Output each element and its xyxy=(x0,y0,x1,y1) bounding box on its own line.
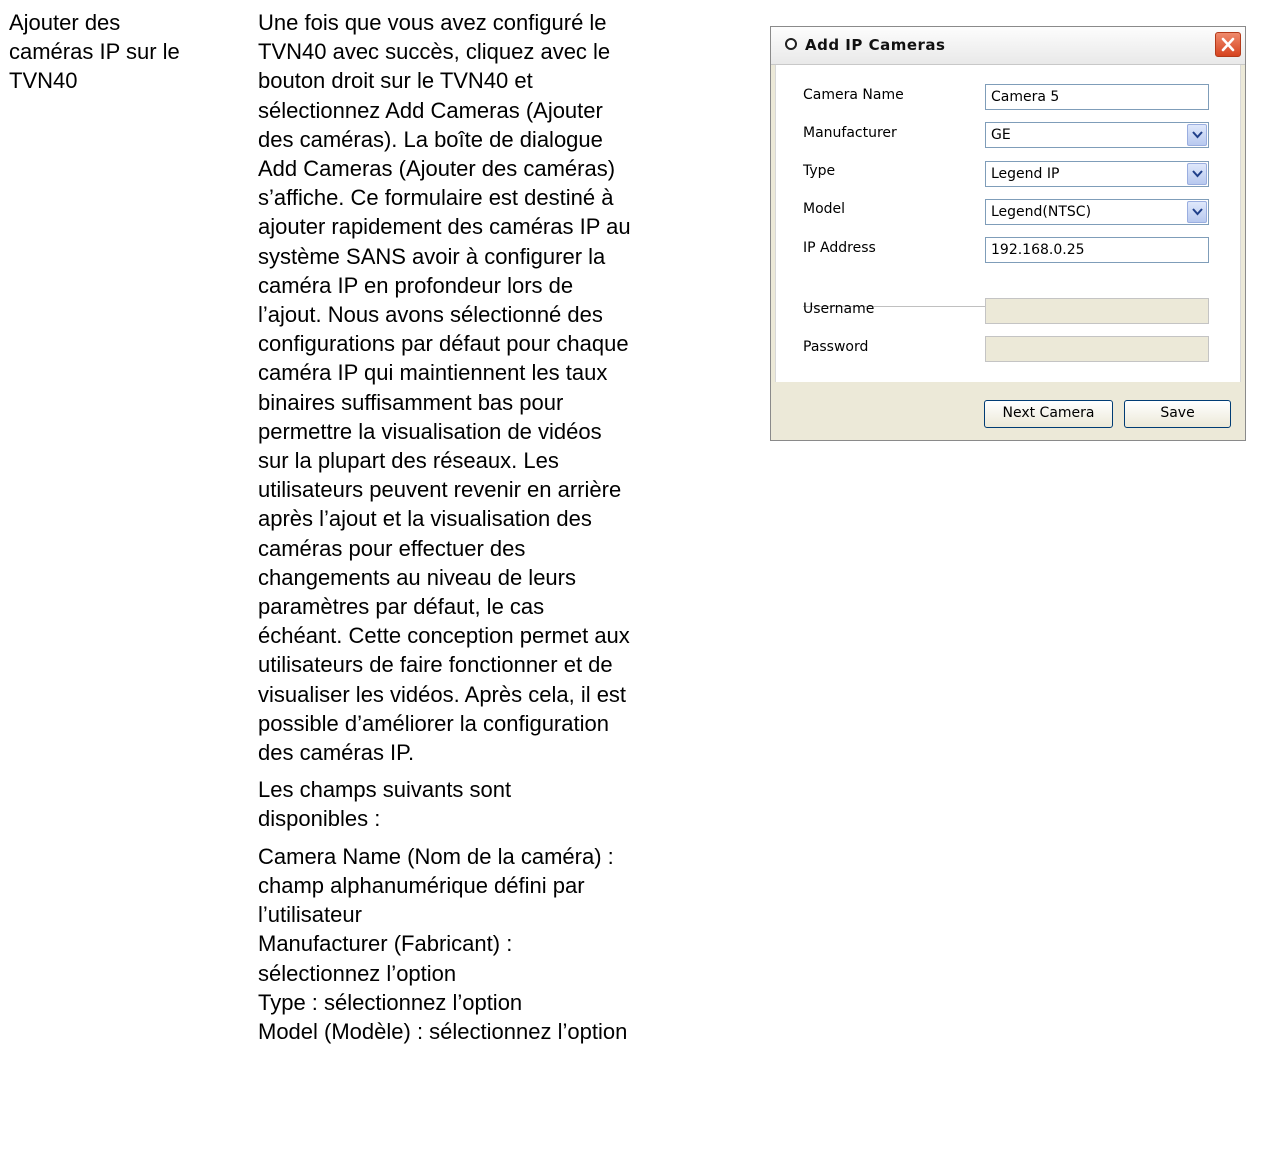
ip-address-value: 192.168.0.25 xyxy=(991,242,1085,258)
text-line: sélectionnez Add Cameras (Ajouter xyxy=(258,97,603,123)
chevron-down-icon xyxy=(1192,131,1203,139)
text-line: binaires suffisamment bas pour xyxy=(258,389,564,415)
add-ip-cameras-dialog: Add IP Cameras Camera Name Camera 5 Manu… xyxy=(770,26,1246,441)
type-select[interactable]: Legend IP xyxy=(985,161,1209,187)
type-label: Type xyxy=(803,163,836,179)
save-button[interactable]: Save xyxy=(1124,400,1231,428)
password-label: Password xyxy=(803,339,869,355)
text-line: caméras pour effectuer des xyxy=(258,535,526,561)
text-line: possible d’améliorer la configuration xyxy=(258,710,609,736)
section-heading-line: caméras IP sur le xyxy=(9,39,180,65)
username-label: Username xyxy=(803,301,875,317)
section-heading: Ajouter des caméras IP sur le TVN40 xyxy=(9,8,239,96)
text-line: permettre la visualisation de vidéos xyxy=(258,418,602,444)
section-heading-line: TVN40 xyxy=(9,68,78,94)
fields-list-paragraph: Camera Name (Nom de la caméra) : champ al… xyxy=(258,842,728,1046)
text-line: s’affiche. Ce formulaire est destiné à xyxy=(258,185,614,211)
fields-intro-paragraph: Les champs suivants sont disponibles : xyxy=(258,775,728,833)
model-dropdown-button[interactable] xyxy=(1187,201,1207,223)
text-line: changements au niveau de leurs xyxy=(258,564,576,590)
manufacturer-value: GE xyxy=(991,127,1011,143)
username-field[interactable] xyxy=(985,298,1209,324)
text-line: bouton droit sur le TVN40 et xyxy=(258,68,533,94)
text-line: configurations par défaut pour chaque xyxy=(258,331,629,357)
manufacturer-label: Manufacturer xyxy=(803,125,897,141)
chevron-down-icon xyxy=(1192,170,1203,178)
dialog-form: Camera Name Camera 5 Manufacturer GE Typ… xyxy=(775,65,1241,382)
password-field[interactable] xyxy=(985,336,1209,362)
section-heading-line: Ajouter des xyxy=(9,10,121,35)
text-line: utilisateurs de faire fonctionner et de xyxy=(258,652,613,678)
text-line: l’ajout. Nous avons sélectionné des xyxy=(258,302,603,328)
dialog-title: Add IP Cameras xyxy=(805,36,946,54)
text-line: champ alphanumérique défini par xyxy=(258,872,585,898)
text-line: Manufacturer (Fabricant) : xyxy=(258,931,513,957)
text-line: Les champs suivants sont xyxy=(258,777,512,803)
model-value: Legend(NTSC) xyxy=(991,204,1092,220)
text-line: des caméras IP. xyxy=(258,740,415,766)
close-button[interactable] xyxy=(1215,32,1241,57)
intro-paragraph: Une fois que vous avez configuré le TVN40… xyxy=(258,8,728,767)
text-line: paramètres par défaut, le cas xyxy=(258,594,545,620)
text-line: sur la plupart des réseaux. Les xyxy=(258,448,559,474)
manufacturer-select[interactable]: GE xyxy=(985,122,1209,148)
text-line: Model (Modèle) : sélectionnez l’option xyxy=(258,1018,628,1044)
type-value: Legend IP xyxy=(991,166,1060,182)
text-line: disponibles : xyxy=(258,806,381,832)
ip-address-label: IP Address xyxy=(803,240,876,256)
camera-name-label: Camera Name xyxy=(803,87,904,103)
text-line: des caméras). La boîte de dialogue xyxy=(258,126,603,152)
text-line: Add Cameras (Ajouter des caméras) xyxy=(258,156,616,182)
manufacturer-dropdown-button[interactable] xyxy=(1187,124,1207,146)
model-label: Model xyxy=(803,201,846,217)
camera-name-field[interactable]: Camera 5 xyxy=(985,84,1209,110)
camera-name-value: Camera 5 xyxy=(991,89,1060,105)
text-line: TVN40 avec succès, cliquez avec le xyxy=(258,39,611,65)
close-icon xyxy=(1221,37,1235,52)
text-line: l’utilisateur xyxy=(258,902,362,928)
chevron-down-icon xyxy=(1192,208,1203,216)
text-line: caméra IP en profondeur lors de xyxy=(258,272,574,298)
type-dropdown-button[interactable] xyxy=(1187,163,1207,185)
text-line: sélectionnez l’option xyxy=(258,960,457,986)
body-text: Une fois que vous avez configuré le TVN40… xyxy=(258,8,728,1046)
text-line: visualiser les vidéos. Après cela, il es… xyxy=(258,681,627,707)
text-line: Type : sélectionnez l’option xyxy=(258,989,523,1015)
text-line: utilisateurs peuvent revenir en arrière xyxy=(258,477,622,503)
next-camera-button[interactable]: Next Camera xyxy=(984,400,1113,428)
text-line: caméra IP qui maintiennent les taux xyxy=(258,360,608,386)
text-line: ajouter rapidement des caméras IP au xyxy=(258,214,631,240)
text-line: échéant. Cette conception permet aux xyxy=(258,623,630,649)
text-line: système SANS avoir à configurer la xyxy=(258,243,606,269)
app-icon xyxy=(785,38,797,50)
text-line: après l’ajout et la visualisation des xyxy=(258,506,592,532)
model-select[interactable]: Legend(NTSC) xyxy=(985,199,1209,225)
dialog-title-bar[interactable]: Add IP Cameras xyxy=(771,27,1245,65)
ip-address-field[interactable]: 192.168.0.25 xyxy=(985,237,1209,263)
text-line: Camera Name (Nom de la caméra) : xyxy=(258,843,614,869)
text-line: Une fois que vous avez configuré le xyxy=(258,10,607,35)
